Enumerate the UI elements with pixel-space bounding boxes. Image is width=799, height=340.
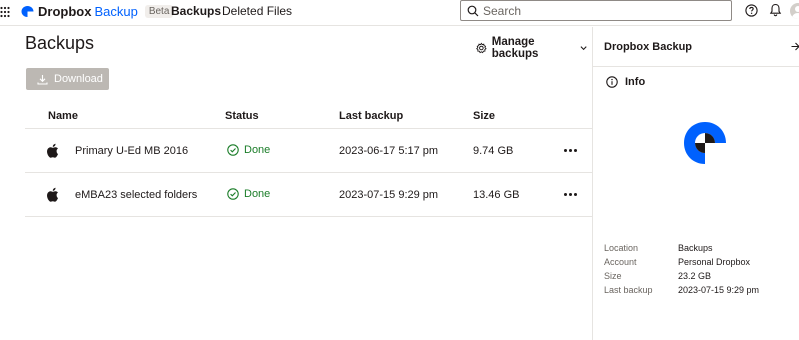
manage-backups-label: Manage backups — [491, 36, 539, 60]
arrow-right-icon[interactable] — [791, 41, 799, 52]
detail-row: Size 23.2 GB — [604, 271, 794, 285]
beta-badge: Beta — [144, 4, 174, 18]
detail-row: Last backup 2023-07-15 9:29 pm — [604, 285, 794, 299]
column-header-size[interactable]: Size — [473, 110, 495, 122]
search-icon — [467, 5, 479, 17]
panel-title: Dropbox Backup — [604, 41, 693, 53]
download-button[interactable]: Download — [26, 68, 109, 90]
download-icon — [37, 74, 48, 85]
info-icon — [606, 76, 618, 88]
search-box[interactable] — [460, 0, 732, 21]
search-input[interactable] — [483, 3, 723, 18]
nav-backups[interactable]: Backups — [171, 4, 221, 18]
size-cell: 9.74 GB — [473, 145, 514, 157]
details-panel: Dropbox Backup Info Location Backups Acc… — [592, 27, 799, 340]
app-grid-icon[interactable] — [0, 6, 10, 18]
gear-icon — [476, 42, 487, 54]
page-title: Backups — [25, 33, 95, 53]
detail-value: 2023-07-15 9:29 pm — [678, 285, 760, 295]
top-bar: Dropbox Backup Beta Backups Deleted File… — [0, 0, 799, 26]
column-header-name[interactable]: Name — [48, 110, 78, 122]
table-header: Name Status Last backup Size — [25, 99, 592, 129]
brand[interactable]: Dropbox Backup Beta — [20, 3, 174, 19]
status-text: Done — [244, 188, 271, 200]
detail-value: Backups — [678, 243, 713, 253]
status-text: Done — [244, 144, 271, 156]
column-header-last-backup[interactable]: Last backup — [339, 110, 403, 122]
backup-name[interactable]: eMBA23 selected folders — [75, 189, 197, 201]
last-backup-cell: 2023-06-17 5:17 pm — [339, 145, 439, 157]
column-header-status[interactable]: Status — [225, 110, 259, 122]
size-cell: 13.46 GB — [473, 189, 520, 201]
status-cell: Done — [227, 144, 270, 156]
panel-header: Dropbox Backup — [593, 27, 799, 67]
status-cell: Done — [227, 188, 270, 200]
check-circle-icon — [227, 188, 239, 200]
chevron-down-icon — [580, 46, 587, 51]
detail-label: Location — [604, 243, 639, 253]
backups-table: Name Status Last backup Size Primary U-E… — [25, 99, 592, 217]
manage-backups-button[interactable]: Manage backups — [476, 36, 592, 60]
nav-deleted-files[interactable]: Deleted Files — [222, 4, 292, 18]
detail-row: Location Backups — [604, 243, 794, 257]
info-label: Info — [625, 76, 646, 88]
user-avatar-icon — [792, 6, 799, 19]
detail-label: Last backup — [604, 285, 653, 295]
help-icon[interactable] — [745, 4, 758, 17]
download-label: Download — [54, 73, 103, 85]
details-list: Location Backups Account Personal Dropbo… — [604, 243, 794, 299]
last-backup-cell: 2023-07-15 9:29 pm — [339, 189, 439, 201]
apple-icon — [47, 187, 58, 202]
detail-value: 23.2 GB — [678, 271, 712, 281]
table-row[interactable]: Primary U-Ed MB 2016 Done 2023-06-17 5:1… — [25, 129, 592, 173]
main-content: Backups Manage backups Download Name Sta… — [0, 27, 592, 340]
detail-label: Account — [604, 257, 637, 267]
table-row[interactable]: eMBA23 selected folders Done 2023-07-15 … — [25, 173, 592, 217]
check-circle-icon — [227, 144, 239, 156]
detail-value: Personal Dropbox — [678, 257, 751, 267]
brand-name: Dropbox — [38, 3, 92, 19]
detail-row: Account Personal Dropbox — [604, 257, 794, 271]
more-options-icon[interactable] — [564, 149, 577, 152]
apple-icon — [47, 143, 58, 158]
info-section-header: Info — [606, 76, 645, 88]
brand-product: Backup — [94, 3, 138, 19]
detail-label: Size — [604, 271, 622, 281]
avatar[interactable] — [790, 3, 799, 19]
dropbox-logo-icon — [21, 5, 34, 17]
bell-icon[interactable] — [769, 3, 782, 17]
dropbox-backup-logo-icon — [684, 122, 726, 164]
backup-name[interactable]: Primary U-Ed MB 2016 — [75, 145, 188, 157]
more-options-icon[interactable] — [564, 193, 577, 196]
